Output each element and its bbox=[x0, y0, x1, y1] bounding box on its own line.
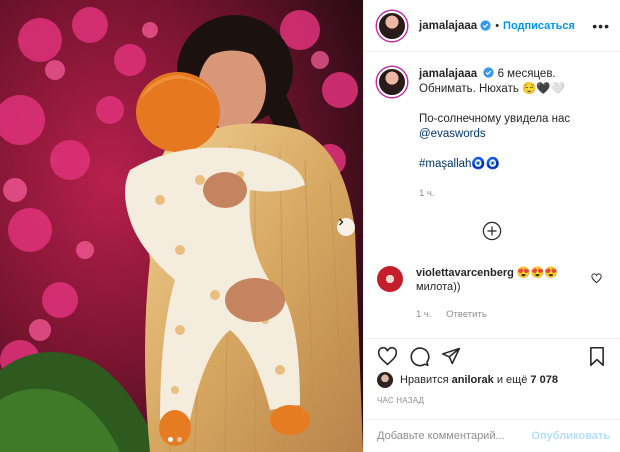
author-avatar[interactable] bbox=[377, 10, 407, 41]
add-comment-form: Опубликовать bbox=[364, 419, 620, 452]
comment-bubble-icon[interactable] bbox=[408, 345, 430, 367]
comment-input[interactable] bbox=[377, 430, 527, 442]
carousel-dot bbox=[177, 437, 182, 442]
comment-body: violettavarcenberg 😍😍😍 милота)) 1 ч. Отв… bbox=[416, 266, 586, 322]
caption-body: jamalajaaa 6 месяцев. Обнимать. Нюхать 😌… bbox=[419, 67, 599, 201]
carousel-next-button[interactable] bbox=[337, 218, 355, 236]
commenter-avatar[interactable] bbox=[377, 266, 403, 292]
caption-mention-link[interactable]: @evaswords bbox=[419, 128, 486, 140]
caption-author-avatar[interactable] bbox=[377, 67, 407, 97]
load-more-comments-button[interactable] bbox=[364, 221, 620, 244]
verified-badge-icon bbox=[480, 20, 491, 31]
share-direct-icon[interactable] bbox=[440, 345, 462, 367]
caption-hashtag-link[interactable]: #maşallah🧿🧿 bbox=[419, 158, 500, 170]
commenter-username[interactable]: violettavarcenberg bbox=[416, 267, 514, 279]
bookmark-icon[interactable] bbox=[586, 345, 608, 367]
post-header: jamalajaaa • Подписаться ••• bbox=[364, 0, 620, 52]
photo-illustration bbox=[0, 0, 363, 452]
publish-button[interactable]: Опубликовать bbox=[531, 430, 610, 442]
caption-timestamp[interactable]: 1 ч. bbox=[419, 186, 599, 201]
plus-circle-icon bbox=[482, 221, 502, 244]
carousel-dot bbox=[168, 437, 173, 442]
follow-button[interactable]: Подписаться bbox=[503, 20, 575, 32]
more-options-icon[interactable]: ••• bbox=[592, 18, 610, 34]
post-time-ago[interactable]: ЧАС НАЗАД bbox=[377, 396, 424, 405]
likes-count[interactable]: 7 078 bbox=[530, 374, 558, 386]
likes-prefix: Нравится bbox=[400, 374, 449, 386]
like-heart-icon[interactable] bbox=[376, 345, 398, 367]
header-separator: • bbox=[495, 19, 500, 32]
comment-timestamp[interactable]: 1 ч. bbox=[416, 309, 432, 320]
liker-avatar[interactable] bbox=[377, 372, 393, 388]
carousel-indicator bbox=[168, 437, 182, 442]
comment-item: violettavarcenberg 😍😍😍 милота)) 1 ч. Отв… bbox=[364, 266, 620, 322]
likes-middle: и ещё bbox=[496, 374, 528, 386]
post-actions-bar bbox=[364, 338, 620, 373]
verified-badge-icon bbox=[483, 67, 495, 78]
author-username[interactable]: jamalajaaa bbox=[419, 20, 477, 32]
post-photo[interactable] bbox=[0, 0, 363, 452]
liker-username[interactable]: anilorak bbox=[452, 374, 494, 386]
likes-summary: Нравится anilorak и ещё 7 078 bbox=[377, 372, 558, 388]
post-caption: jamalajaaa 6 месяцев. Обнимать. Нюхать 😌… bbox=[364, 53, 620, 201]
reply-button[interactable]: Ответить bbox=[446, 309, 487, 320]
caption-text-line2: По-солнечному увидела нас bbox=[419, 113, 571, 125]
like-comment-heart-icon[interactable] bbox=[591, 273, 602, 287]
caption-paragraph-3: #maşallah🧿🧿 bbox=[419, 157, 599, 172]
comments-list[interactable]: jamalajaaa 6 месяцев. Обнимать. Нюхать 😌… bbox=[364, 53, 620, 338]
comment-meta: 1 ч. Ответить bbox=[416, 308, 586, 322]
caption-paragraph-2: По-солнечному увидела нас @evaswords bbox=[419, 112, 599, 142]
caption-author-username[interactable]: jamalajaaa bbox=[419, 68, 477, 80]
post-side-panel: jamalajaaa • Подписаться ••• jamalajaaa … bbox=[363, 0, 620, 452]
